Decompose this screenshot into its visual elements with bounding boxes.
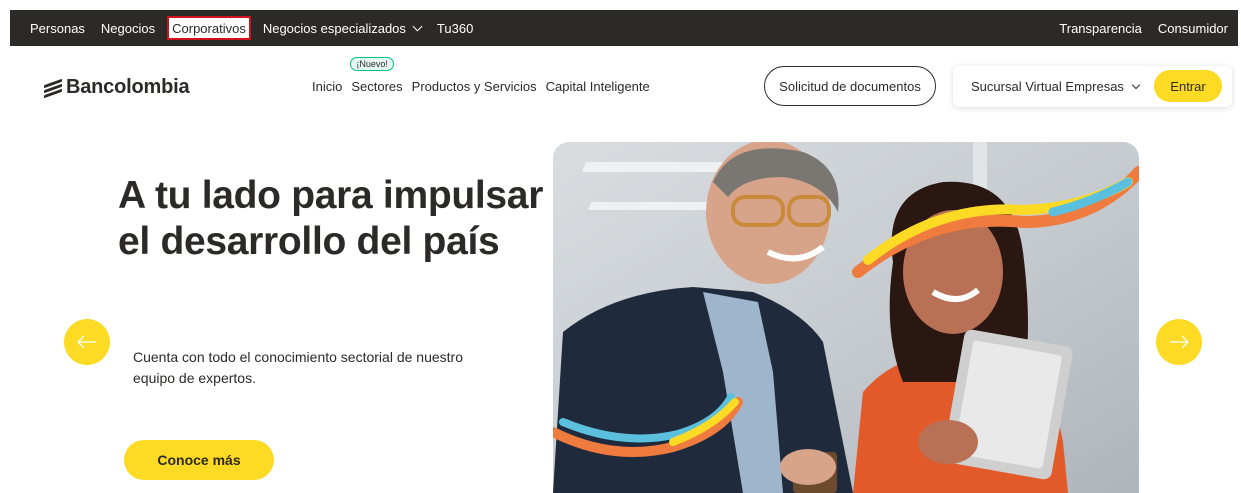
logo-text: Bancolombia [66,76,190,98]
main-navigation: Inicio Sectores ¡Nuevo! Productos y Serv… [312,57,659,94]
hero-subtitle: Cuenta con todo el conocimiento sectoria… [133,349,463,386]
bancolombia-logo[interactable]: Bancolombia [44,76,190,99]
segment-negocios-especializados[interactable]: Negocios especializados [255,10,429,46]
arrow-right-icon [1170,335,1189,349]
segment-personas[interactable]: Personas [10,10,93,46]
link-transparencia[interactable]: Transparencia [1051,10,1150,46]
utility-links: Transparencia Consumidor [1051,10,1238,46]
request-documents-button[interactable]: Solicitud de documentos [764,66,936,106]
nav-item-sectores-label: Sectores [351,79,403,94]
hero-title: A tu lado para impulsar el desarrollo de… [118,174,544,263]
segment-negocios[interactable]: Negocios [93,10,163,46]
carousel-prev-button[interactable] [64,319,110,365]
sucursal-virtual-box: Sucursal Virtual Empresas Entrar [953,66,1232,107]
entrar-button[interactable]: Entrar [1154,70,1222,102]
link-consumidor[interactable]: Consumidor [1150,10,1238,46]
segment-negocios-especializados-label: Negocios especializados [262,20,406,36]
nav-item-capital-inteligente[interactable]: Capital Inteligente [546,79,650,94]
chevron-down-icon [1131,80,1141,89]
segment-links: Personas Negocios Corporativos Negocios … [10,10,481,46]
new-badge: ¡Nuevo! [350,57,394,71]
carousel-next-button[interactable] [1156,319,1202,365]
sucursal-virtual-dropdown[interactable]: Sucursal Virtual Empresas [971,79,1141,94]
hero-photo [553,142,1139,493]
arrow-left-icon [77,335,96,349]
nav-item-productos-y-servicios[interactable]: Productos y Servicios [412,79,537,94]
segment-tu360[interactable]: Tu360 [429,10,481,46]
conoce-mas-button[interactable]: Conoce más [124,440,274,480]
nav-item-sectores[interactable]: Sectores ¡Nuevo! [350,57,403,94]
bancolombia-logo-icon [44,78,62,98]
sucursal-virtual-label: Sucursal Virtual Empresas [971,79,1124,94]
chevron-down-icon [412,21,423,31]
segment-corporativos[interactable]: Corporativos [167,16,251,40]
nav-item-inicio[interactable]: Inicio [312,79,342,94]
two-professionals-with-tablet-photo [553,142,1139,493]
top-navigation-bar: Personas Negocios Corporativos Negocios … [10,10,1238,46]
